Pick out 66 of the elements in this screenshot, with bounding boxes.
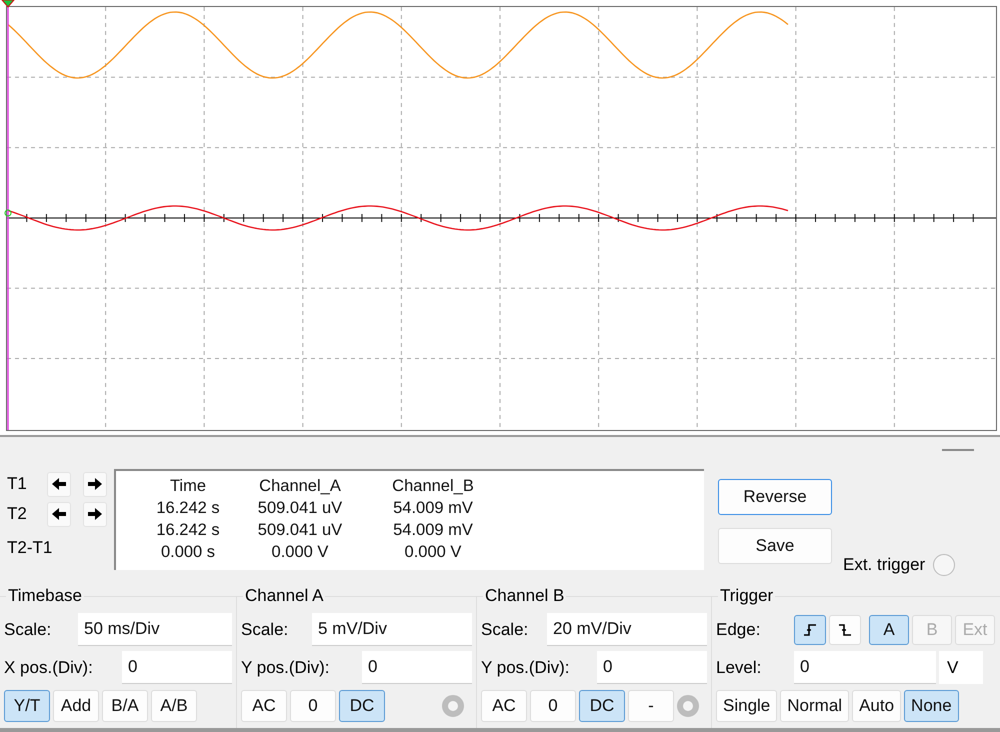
toggle-button[interactable]: A/B — [151, 690, 197, 722]
readout-value: 509.041 uV — [256, 498, 344, 519]
readout-value: 0.000 V — [270, 542, 330, 563]
input-field[interactable]: 0 — [362, 651, 472, 684]
readout-value: 54.009 mV — [392, 498, 474, 519]
mode-button[interactable]: Single — [716, 690, 778, 722]
indicator-icon — [442, 694, 464, 717]
input-field[interactable]: 0 — [794, 651, 936, 684]
input-field[interactable]: 5 mV/Div — [312, 613, 472, 646]
column-header: Channel_A — [258, 476, 342, 497]
readout-value: 509.041 uV — [256, 520, 344, 541]
input-field[interactable]: 20 mV/Div — [547, 613, 707, 646]
readout-value: 0.000 V — [404, 542, 462, 563]
cursor-label: T1 — [7, 474, 28, 494]
mode-button[interactable]: Auto — [852, 690, 902, 722]
unit-label: V — [939, 651, 983, 684]
column-header: Time — [168, 476, 208, 497]
field-label: Level: — [716, 658, 762, 678]
field-label: Scale: — [241, 620, 288, 640]
trigger-marker-icon[interactable] — [0, 0, 16, 8]
toggle-button[interactable]: DC — [579, 690, 625, 722]
readout-value: 16.242 s — [155, 498, 221, 519]
ground-marker-icon — [4, 210, 12, 216]
toggle-button[interactable]: AC — [481, 690, 527, 722]
mode-button[interactable]: None — [904, 690, 959, 722]
readout-value: 16.242 s — [155, 520, 221, 541]
readout-value: 54.009 mV — [392, 520, 474, 541]
falling-edge-button[interactable] — [829, 614, 861, 645]
cursor-label: T2 — [7, 504, 28, 524]
source-button[interactable]: A — [869, 614, 909, 645]
mode-button[interactable]: Normal — [780, 690, 850, 722]
field-label: Y pos.(Div): — [241, 658, 330, 678]
left-arrow-button[interactable] — [47, 472, 71, 496]
field-label: Edge: — [716, 620, 762, 640]
right-arrow-icon — [86, 475, 104, 493]
left-arrow-icon — [50, 475, 68, 493]
right-arrow-button[interactable] — [83, 472, 107, 496]
radio-button[interactable] — [933, 554, 956, 576]
toggle-button[interactable]: - — [628, 690, 674, 722]
save-button[interactable]: Save — [718, 528, 832, 564]
toggle-button[interactable]: Add — [53, 690, 99, 722]
indicator-icon — [677, 694, 699, 717]
group-title: Trigger — [718, 586, 776, 606]
input-field[interactable]: 0 — [122, 651, 232, 684]
toggle-button[interactable]: B/A — [102, 690, 148, 722]
toggle-button[interactable]: AC — [241, 690, 287, 722]
toggle-button[interactable]: Y/T — [4, 690, 50, 722]
column-header: Channel_B — [391, 476, 475, 497]
field-label: Y pos.(Div): — [481, 658, 570, 678]
field-label: Scale: — [481, 620, 528, 640]
toggle-button[interactable]: 0 — [290, 690, 336, 722]
rising-edge-button[interactable] — [794, 614, 826, 645]
cursor-label: T2-T1 — [7, 538, 52, 558]
ext-trigger-label: Ext. trigger — [843, 555, 926, 575]
toggle-button[interactable]: DC — [339, 690, 385, 722]
toggle-button[interactable]: 0 — [530, 690, 576, 722]
readout-value: 0.000 s — [160, 542, 216, 563]
field-label: X pos.(Div): — [4, 658, 93, 678]
input-field[interactable]: 0 — [597, 651, 707, 684]
field-label: Scale: — [4, 620, 52, 640]
reverse-button[interactable]: Reverse — [718, 479, 832, 515]
right-arrow-button[interactable] — [83, 502, 107, 526]
left-arrow-icon — [50, 505, 68, 523]
right-arrow-icon — [86, 505, 104, 523]
left-arrow-button[interactable] — [47, 502, 71, 526]
input-field[interactable]: 50 ms/Div — [78, 613, 232, 646]
